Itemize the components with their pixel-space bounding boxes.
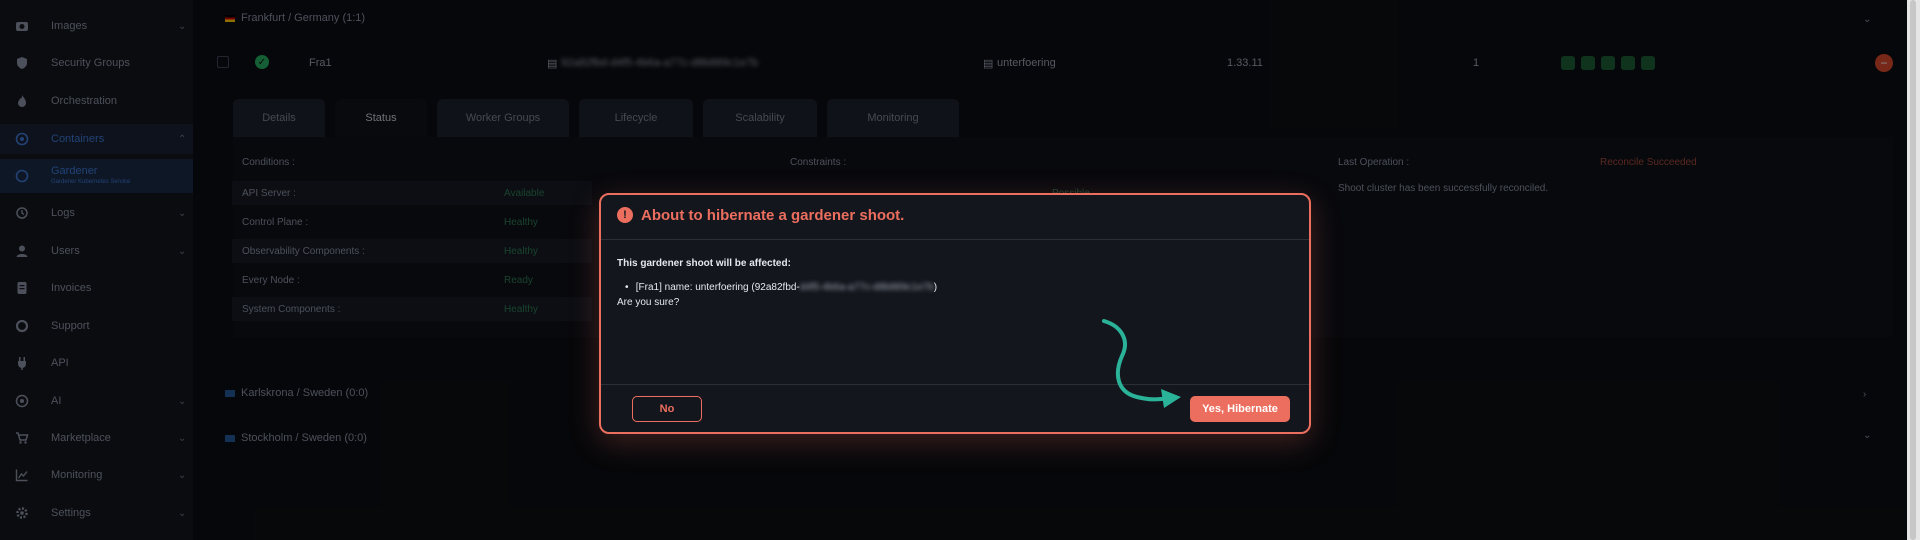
masked-id: d4f5-4b6a-a77c-d8b889c1e7b <box>799 282 934 293</box>
app-root: Images ⌄ Security Groups Orchestration C… <box>0 0 1920 540</box>
confirm-question: Are you sure? <box>617 297 680 308</box>
annotation-arrow-icon <box>1102 319 1181 408</box>
scrollbar-thumb[interactable] <box>1910 0 1916 540</box>
yes-hibernate-button[interactable]: Yes, Hibernate <box>1190 396 1290 422</box>
item-suffix: ) <box>933 282 938 293</box>
bullet: • <box>625 282 629 293</box>
scrollbar[interactable] <box>1907 0 1920 540</box>
dialog-title: About to hibernate a gardener shoot. <box>641 207 905 224</box>
affected-text: This gardener shoot will be affected: <box>617 258 791 269</box>
list-item: • [Fra1] name: unterfoering (92a82fbd-d4… <box>625 282 937 293</box>
item-prefix: [Fra1] name: unterfoering (92a82fbd- <box>635 282 800 293</box>
alert-icon: ! <box>617 207 633 223</box>
dialog-header: ! About to hibernate a gardener shoot. <box>601 195 1309 240</box>
hibernate-dialog: ! About to hibernate a gardener shoot. T… <box>599 193 1311 434</box>
dialog-footer-divider <box>601 384 1309 385</box>
no-button[interactable]: No <box>632 396 702 422</box>
